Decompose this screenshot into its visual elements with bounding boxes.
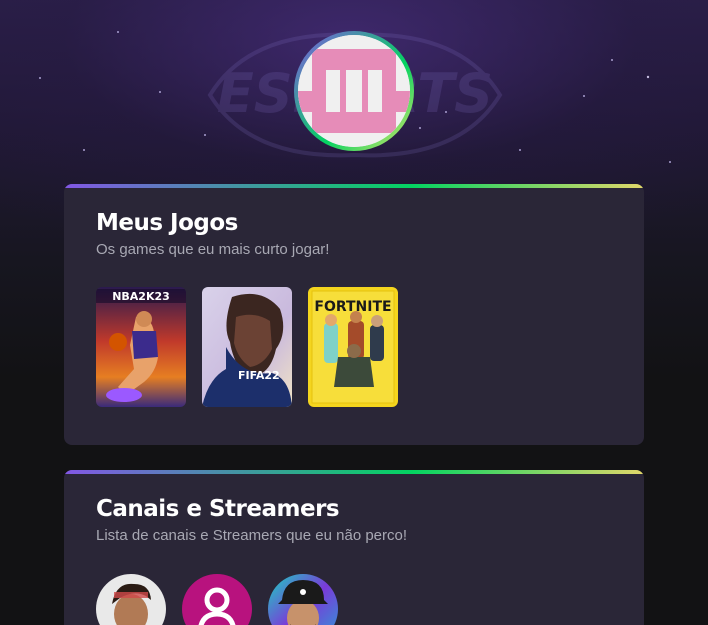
game-nba2k23[interactable]: NBA2K23 [96,287,186,407]
streamers-card: Canais e Streamers Lista de canais e Str… [64,470,644,625]
games-title: Meus Jogos [96,210,238,236]
game-fortnite[interactable]: FORTNITE [308,287,398,407]
games-card: Meus Jogos Os games que eu mais curto jo… [64,184,644,445]
nba-logo-text: NBA2K23 [112,290,170,303]
profile-avatar[interactable] [294,31,414,151]
fifa-logo-text: FIFA22 [238,369,280,382]
identicon-avatar-icon [298,35,410,147]
games-subtitle: Os games que eu mais curto jogar! [96,241,330,258]
streamers-title: Canais e Streamers [96,496,340,522]
streamer-avatar-2[interactable] [182,574,252,625]
streamers-list [96,574,338,625]
streamer-avatar-1[interactable] [96,574,166,625]
games-list: NBA2K23 FIFA22 FORTNITE [96,287,398,407]
streamer-avatar-3[interactable] [268,574,338,625]
game-fifa22[interactable]: FIFA22 [202,287,292,407]
streamers-subtitle: Lista de canais e Streamers que eu não p… [96,527,408,544]
